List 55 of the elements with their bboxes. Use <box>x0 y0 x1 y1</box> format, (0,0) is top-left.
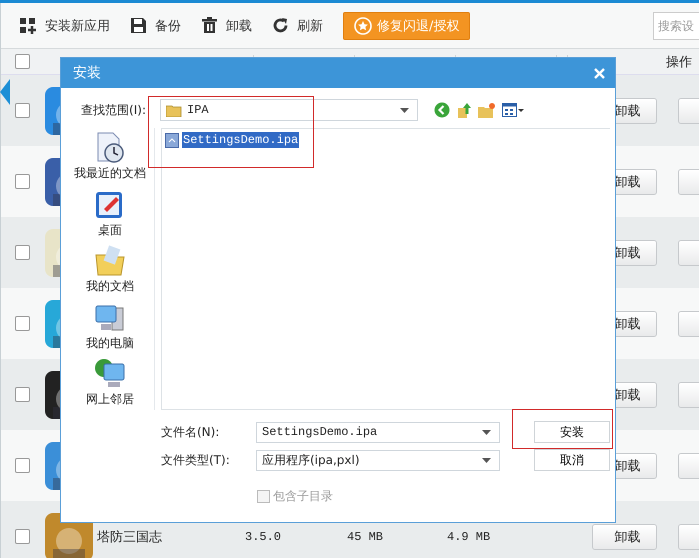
place-item[interactable]: 我最近的文档 <box>74 132 146 184</box>
app-size: 45 MB <box>347 530 384 544</box>
look-in-dropdown[interactable]: IPA <box>160 99 418 121</box>
action-button[interactable] <box>678 240 699 266</box>
action-button[interactable] <box>678 382 699 408</box>
action-button[interactable] <box>678 98 699 124</box>
refresh-button[interactable]: 刷新 <box>264 12 331 38</box>
install-button[interactable]: 安装新应用 <box>11 12 118 38</box>
place-item[interactable]: 我的电脑 <box>86 302 134 354</box>
app-version: 3.5.0 <box>245 530 282 544</box>
caret-icon <box>400 108 409 112</box>
look-in-label: 查找范围(I): <box>80 102 146 118</box>
close-icon[interactable] <box>594 68 605 78</box>
uninstall-button[interactable]: 卸载 <box>193 12 260 38</box>
place-item[interactable]: 我的文档 <box>86 245 134 297</box>
view-menu-icon[interactable] <box>502 103 524 117</box>
caret-icon <box>482 458 491 462</box>
file-type-label: 文件类型(T): <box>161 452 231 468</box>
new-folder-icon[interactable] <box>478 102 496 118</box>
up-folder-icon[interactable] <box>456 102 472 118</box>
uninstall-button[interactable]: 卸载 <box>592 524 657 550</box>
trash-icon <box>201 17 218 34</box>
row-checkbox[interactable] <box>15 245 30 260</box>
file-item[interactable]: SettingsDemo.ipa <box>165 132 607 148</box>
action-button[interactable] <box>678 524 699 550</box>
select-all-checkbox[interactable] <box>15 54 30 69</box>
row-checkbox[interactable] <box>15 387 30 402</box>
install-button[interactable]: 安装 <box>534 421 610 443</box>
grid-plus-icon <box>19 16 37 34</box>
search-field[interactable]: 搜索设 <box>653 12 699 40</box>
action-button[interactable] <box>678 310 699 336</box>
file-name-label: 文件名(N): <box>161 424 220 440</box>
file-name-field[interactable]: SettingsDemo.ipa <box>256 422 500 442</box>
action-button[interactable] <box>678 452 699 478</box>
refresh-icon <box>272 17 289 34</box>
save-icon <box>130 17 147 34</box>
row-checkbox[interactable] <box>15 529 30 544</box>
row-checkbox[interactable] <box>15 103 30 118</box>
row-checkbox[interactable] <box>15 316 30 331</box>
action-button[interactable] <box>678 168 699 194</box>
data-size: 4.9 MB <box>447 530 492 544</box>
file-type-dropdown[interactable]: 应用程序(ipa,pxl) <box>256 450 500 470</box>
row-checkbox[interactable] <box>15 174 30 189</box>
file-icon <box>165 132 179 148</box>
place-item[interactable]: 网上邻居 <box>86 358 134 410</box>
row-checkbox[interactable] <box>15 458 30 473</box>
folder-icon <box>94 245 126 278</box>
back-icon[interactable] <box>434 102 450 118</box>
column-header: 操作 <box>666 54 692 70</box>
folder-icon <box>166 104 182 116</box>
backup-button[interactable]: 备份 <box>122 12 189 38</box>
cancel-button[interactable]: 取消 <box>534 449 610 471</box>
place-item[interactable]: 桌面 <box>94 188 126 240</box>
dialog-title: 安装 <box>73 64 101 82</box>
app-name: 塔防三国志 <box>97 528 163 546</box>
